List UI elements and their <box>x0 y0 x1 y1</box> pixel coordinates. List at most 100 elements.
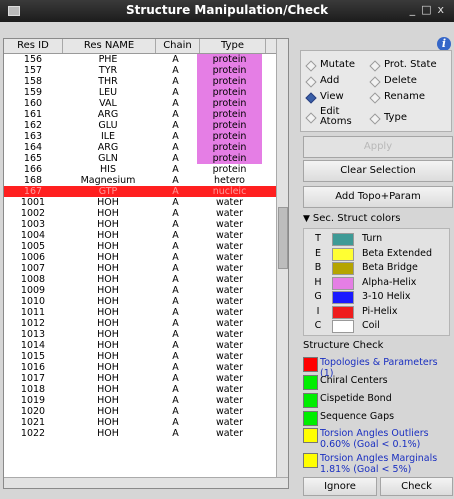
table-row[interactable]: 168 Magnesium Ahetero <box>4 175 288 186</box>
table-row[interactable]: 157 TYR Aprotein <box>4 65 288 76</box>
structure-check-label: Sequence Gaps <box>320 411 395 422</box>
table-row[interactable]: 158 THR Aprotein <box>4 76 288 87</box>
mode-prot-state[interactable]: Prot. State <box>369 59 437 72</box>
structure-check-item[interactable]: Chiral Centers <box>303 375 388 390</box>
table-row[interactable]: 1009 HOH Awater <box>4 285 288 296</box>
table-row[interactable]: 1003 HOH Awater <box>4 219 288 230</box>
cell-res-id: 164 <box>23 142 43 153</box>
maximize-button[interactable]: □ <box>421 3 437 16</box>
structure-check-item[interactable]: Sequence Gaps <box>303 411 394 426</box>
mode-delete[interactable]: Delete <box>369 75 417 88</box>
status-indicator <box>303 375 318 390</box>
structure-check-item[interactable]: Torsion Angles Outliers 0.60% (Goal < 0.… <box>303 428 429 450</box>
cell-res-name: HOH <box>97 230 119 241</box>
cell-res-name: ILE <box>100 131 116 142</box>
radio-indicator-selected <box>305 92 317 104</box>
table-row[interactable]: 159 LEU Aprotein <box>4 87 288 98</box>
table-row[interactable]: 162 GLU Aprotein <box>4 120 288 131</box>
radio-indicator <box>305 60 317 72</box>
apply-button[interactable]: Apply <box>303 136 453 158</box>
mode-add[interactable]: Add <box>305 75 339 88</box>
table-row[interactable]: 1012 HOH Awater <box>4 318 288 329</box>
table-row[interactable]: 1018 HOH Awater <box>4 384 288 395</box>
table-row[interactable]: 1004 HOH Awater <box>4 230 288 241</box>
radio-indicator <box>305 76 317 88</box>
minimize-button[interactable]: _ <box>410 3 422 16</box>
table-row[interactable]: 1010 HOH Awater <box>4 296 288 307</box>
column-header-chain[interactable]: Chain <box>156 39 200 53</box>
table-row[interactable]: 161 ARG Aprotein <box>4 109 288 120</box>
info-icon[interactable]: i <box>437 37 451 51</box>
table-row[interactable]: 1006 HOH Awater <box>4 252 288 263</box>
mode-view[interactable]: View <box>305 91 344 104</box>
table-row[interactable]: 1015 HOH Awater <box>4 351 288 362</box>
table-row[interactable]: 1008 HOH Awater <box>4 274 288 285</box>
cell-type: water <box>215 351 244 362</box>
table-row[interactable]: 1020 HOH Awater <box>4 406 288 417</box>
table-horizontal-scrollbar[interactable] <box>4 477 288 488</box>
cell-res-name: HOH <box>97 362 119 373</box>
structure-check-item[interactable]: Torsion Angles Marginals 1.81% (Goal < 5… <box>303 453 437 475</box>
table-row[interactable]: 1011 HOH Awater <box>4 307 288 318</box>
mode-rename[interactable]: Rename <box>369 91 425 104</box>
cell-chain: A <box>172 208 179 219</box>
table-row[interactable]: 1014 HOH Awater <box>4 340 288 351</box>
cell-chain: A <box>172 263 179 274</box>
check-button[interactable]: Check <box>380 477 453 496</box>
sec-struct-label: Coil <box>362 320 380 331</box>
cell-type: protein <box>197 109 262 120</box>
ignore-button[interactable]: Ignore <box>303 477 377 496</box>
cell-res-id: 1020 <box>20 406 46 417</box>
cell-res-id: 160 <box>23 98 43 109</box>
cell-res-name: HOH <box>97 307 119 318</box>
table-row[interactable]: 1002 HOH Awater <box>4 208 288 219</box>
cell-res-id: 1003 <box>20 219 46 230</box>
cell-chain: A <box>172 230 179 241</box>
table-row[interactable]: 163 ILE Aprotein <box>4 131 288 142</box>
table-row[interactable]: 1013 HOH Awater <box>4 329 288 340</box>
sec-struct-label: Beta Extended <box>362 247 433 259</box>
cell-res-name: THR <box>98 76 118 87</box>
column-header-res-id[interactable]: Res ID <box>4 39 63 53</box>
table-row[interactable]: 1016 HOH Awater <box>4 362 288 373</box>
column-header-type[interactable]: Type <box>200 39 266 53</box>
table-row[interactable]: 1001 HOH Awater <box>4 197 288 208</box>
cell-res-name: LEU <box>98 87 118 98</box>
cell-res-id: 1015 <box>20 351 46 362</box>
table-row[interactable]: 1005 HOH Awater <box>4 241 288 252</box>
cell-res-name: Magnesium <box>80 175 136 186</box>
sec-struct-code: I <box>316 305 320 317</box>
table-row[interactable]: 167 GTP Anucleic <box>4 186 288 197</box>
scrollbar-thumb[interactable] <box>278 207 288 269</box>
table-row[interactable]: 166 HIS Aprotein <box>4 164 288 175</box>
cell-type: water <box>215 263 244 274</box>
table-row[interactable]: 164 ARG Aprotein <box>4 142 288 153</box>
cell-chain: A <box>172 175 179 186</box>
mode-mutate[interactable]: Mutate <box>305 59 355 72</box>
cell-type: water <box>215 428 244 439</box>
table-row[interactable]: 165 GLN Aprotein <box>4 153 288 164</box>
column-header-res-name[interactable]: Res NAME <box>63 39 156 53</box>
table-row[interactable]: 1021 HOH Awater <box>4 417 288 428</box>
table-row[interactable]: 1017 HOH Awater <box>4 373 288 384</box>
table-vertical-scrollbar[interactable] <box>276 39 288 488</box>
cell-chain: A <box>172 274 179 285</box>
clear-selection-button[interactable]: Clear Selection <box>303 160 453 182</box>
table-row[interactable]: 160 VAL Aprotein <box>4 98 288 109</box>
table-row[interactable]: 1007 HOH Awater <box>4 263 288 274</box>
table-row[interactable]: 1022 HOH Awater <box>4 428 288 439</box>
table-row[interactable]: 156 PHE Aprotein <box>4 54 288 65</box>
mode-edit-atoms[interactable]: Edit Atoms <box>305 107 352 127</box>
cell-res-name: HOH <box>97 428 119 439</box>
cell-type: protein <box>212 164 247 175</box>
table-row[interactable]: 1019 HOH Awater <box>4 395 288 406</box>
mode-type[interactable]: Type <box>369 112 407 125</box>
radio-indicator <box>369 76 381 88</box>
close-button[interactable]: x <box>437 3 450 16</box>
sec-struct-header[interactable]: ▼ Sec. Struct colors <box>303 213 400 224</box>
structure-check-panel: Structure Check Topologies & Parameters … <box>303 340 451 495</box>
cell-type: water <box>215 197 244 208</box>
cell-type: water <box>215 274 244 285</box>
structure-check-item[interactable]: Cispetide Bond <box>303 393 392 408</box>
add-topo-param-button[interactable]: Add Topo+Param <box>303 186 453 208</box>
